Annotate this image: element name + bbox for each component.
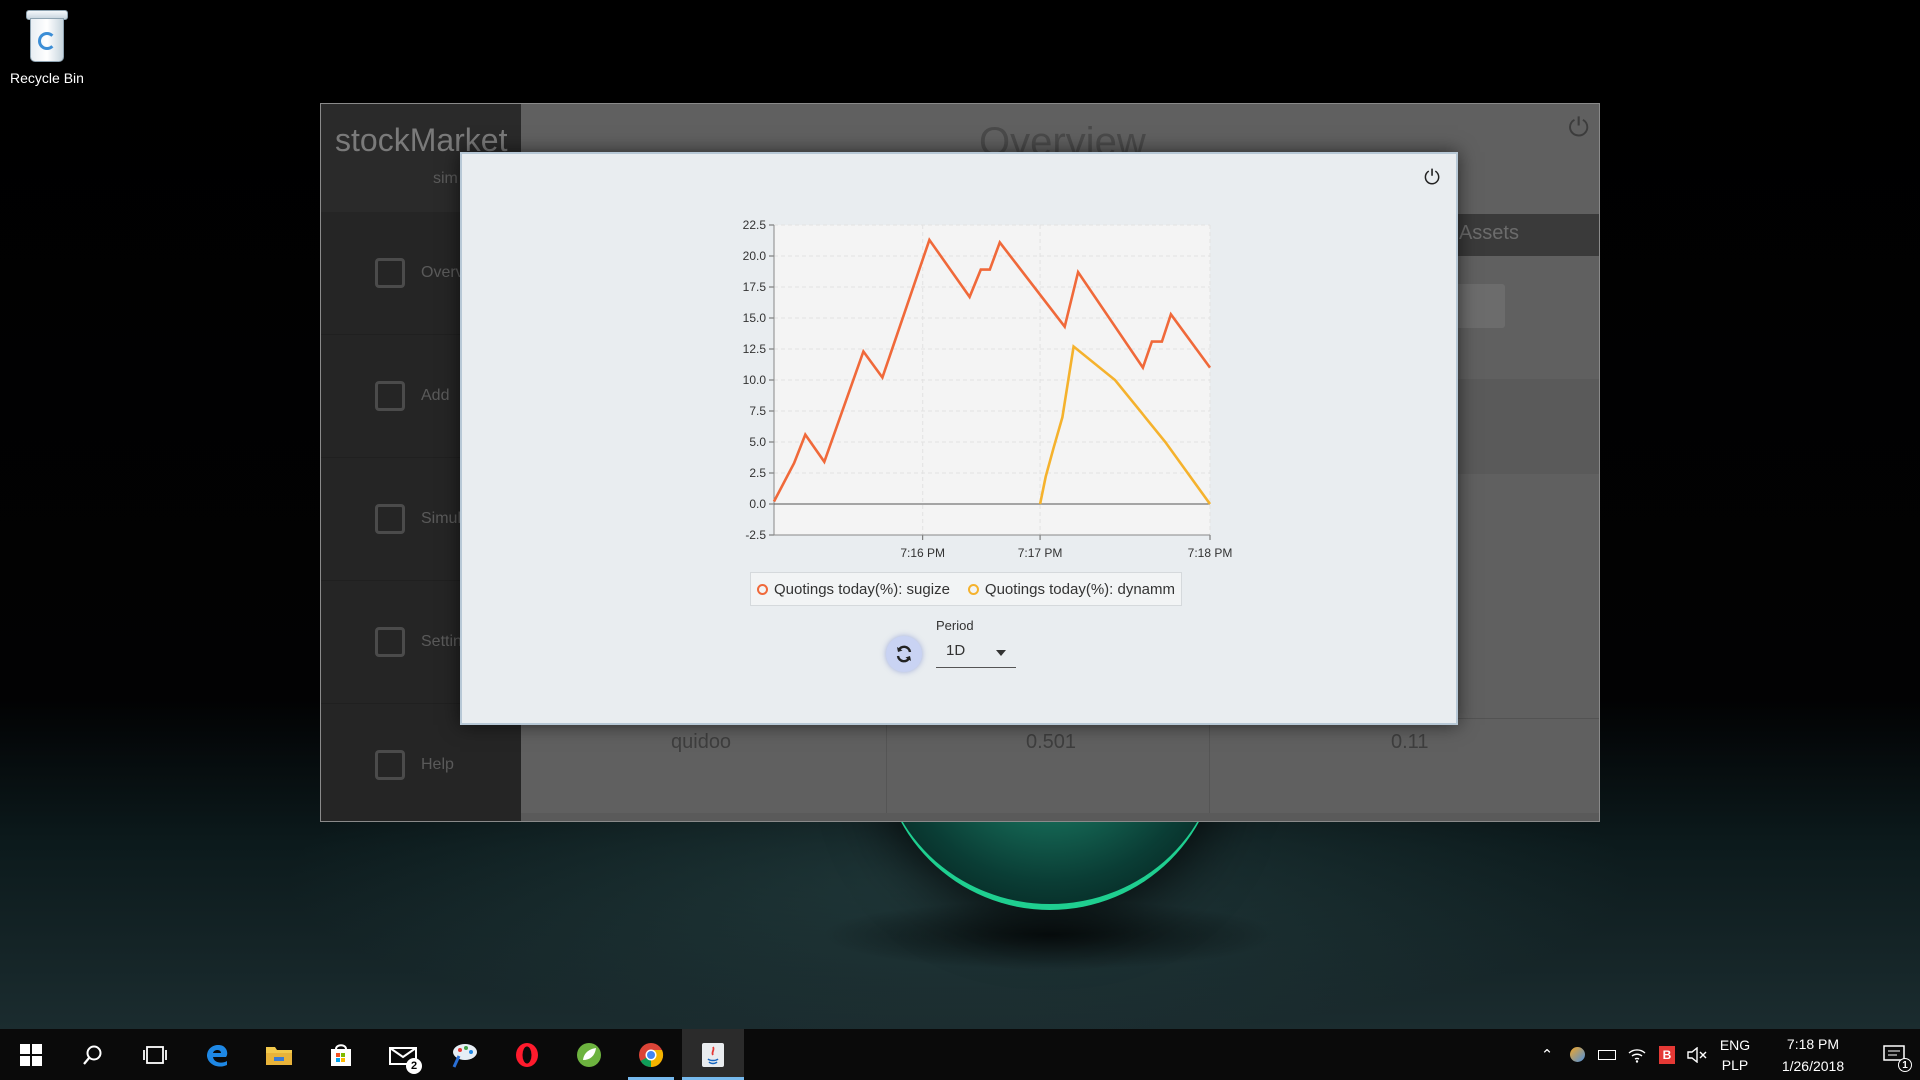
input-language-indicator[interactable]: ENG PLP [1712,1035,1758,1075]
search-icon [83,1045,102,1065]
quotings-dialog: ⏻ -2.5 0.0 2.5 5.0 7.5 10.0 12.5 15.0 17.5 20.0 22… [460,152,1458,725]
chrome-icon [639,1042,664,1067]
system-tray: ⌃ B ENG PLP 7:18 PM 1/26/2018 1 [1532,1029,1920,1080]
chart-legend: Quotings today(%): sugize Quotings today… [750,572,1182,606]
legend-marker-icon [757,583,768,595]
folder-icon [266,1046,292,1065]
table-cell-price: 0.501 [1026,731,1077,753]
start-button[interactable] [0,1029,62,1080]
store-button[interactable] [310,1029,372,1080]
speaker-muted-icon[interactable] [1682,1029,1712,1080]
edge-button[interactable] [186,1029,248,1080]
period-value: 1D [946,642,966,659]
close-dialog-power-icon[interactable]: ⏻ [1420,166,1444,190]
refresh-icon [375,504,405,534]
recycle-bin-shortcut[interactable]: Recycle Bin [6,8,88,86]
table-cell-name: quidoo [671,731,732,753]
app-logo-subtitle: sim [433,170,458,187]
help-icon [375,750,405,780]
y-tick-label: 0.0 [749,497,766,511]
file-explorer-button[interactable] [248,1029,310,1080]
quotings-line-chart: -2.5 0.0 2.5 5.0 7.5 10.0 12.5 15.0 17.5 20.0 22.5… [743,218,1232,560]
refresh-button[interactable] [886,636,922,672]
b-tray-icon[interactable]: B [1652,1029,1682,1080]
opera-icon [516,1042,538,1067]
y-tick-label: 17.5 [743,280,767,294]
spring-icon [577,1042,601,1067]
search-button[interactable] [62,1029,124,1080]
battery-icon[interactable] [1592,1029,1622,1080]
recycle-bin-label: Recycle Bin [10,70,84,86]
edge-icon [207,1044,228,1067]
period-label: Period [936,618,974,633]
java-button[interactable] [682,1029,744,1080]
mail-badge: 2 [406,1058,422,1074]
taskbar-clock[interactable]: 7:18 PM 1/26/2018 [1758,1033,1868,1077]
chrome-button[interactable] [620,1029,682,1080]
wallpaper-shadow [820,900,1280,970]
legend-label: Quotings today(%): dynamm [984,580,1175,598]
y-tick-label: -2.5 [745,528,766,542]
paint-icon [452,1043,477,1068]
plus-icon [375,381,405,411]
legend-item-sugize: Quotings today(%): sugize [757,581,950,598]
spring-button[interactable] [558,1029,620,1080]
refresh-icon [896,645,912,663]
weather-icon[interactable] [1562,1029,1592,1080]
action-center-button[interactable]: 1 [1868,1029,1920,1080]
legend-label: Quotings today(%): sugize [774,580,950,598]
chevron-down-icon [996,650,1006,656]
paint-button[interactable] [434,1029,496,1080]
y-tick-label: 15.0 [743,311,767,325]
y-tick-label: 22.5 [743,218,767,232]
task-view-button[interactable] [124,1029,186,1080]
x-tick-label: 7:16 PM [900,546,945,560]
period-select[interactable]: 1D [936,638,1016,668]
scrollbar[interactable] [521,813,1599,821]
x-tick-label: 7:18 PM [1188,546,1232,560]
opera-button[interactable] [496,1029,558,1080]
y-tick-label: 5.0 [749,435,766,449]
power-icon[interactable]: ⏻ [1568,112,1589,144]
keyboard-layout: PLP [1721,1056,1749,1073]
gear-icon [375,627,405,657]
task-view-icon [143,1045,167,1064]
wifi-icon[interactable] [1622,1029,1652,1080]
x-tick-label: 7:17 PM [1018,546,1063,560]
recycle-bin-icon [24,8,70,64]
windows-icon [20,1043,42,1066]
y-tick-label: 7.5 [749,404,766,418]
table-row[interactable]: quidoo 0.501 0.11 [521,718,1599,813]
mail-button[interactable]: 2 [372,1029,434,1080]
show-hidden-icons-chevron-up-icon[interactable]: ⌃ [1532,1029,1562,1080]
y-tick-label: 20.0 [743,249,767,263]
sidebar-item-label: Help [421,756,454,773]
sidebar-item-label: Add [421,387,450,404]
notification-count-badge: 1 [1898,1058,1912,1072]
legend-marker-icon [967,583,979,595]
y-tick-label: 10.0 [743,373,767,387]
y-tick-label: 12.5 [743,342,767,356]
legend-item-dynamm: Quotings today(%): dynamm [967,580,1175,598]
y-tick-label: 2.5 [749,466,766,480]
java-icon [702,1042,724,1067]
desktop-background: Recycle Bin stockMarket sim Overview Add… [0,0,1920,1029]
table-cell-change: 0.11 [1391,731,1429,753]
chart-icon [375,258,405,288]
store-icon [331,1043,351,1066]
language-code: ENG [1719,1036,1751,1053]
taskbar: 2 ⌃ B ENG PLP 7:18 PM 1/26/2018 1 [0,1029,1920,1080]
clock-date: 1/26/2018 [1781,1057,1845,1074]
clock-time: 7:18 PM [1786,1035,1840,1052]
tab-assets[interactable]: Assets [1459,222,1519,245]
